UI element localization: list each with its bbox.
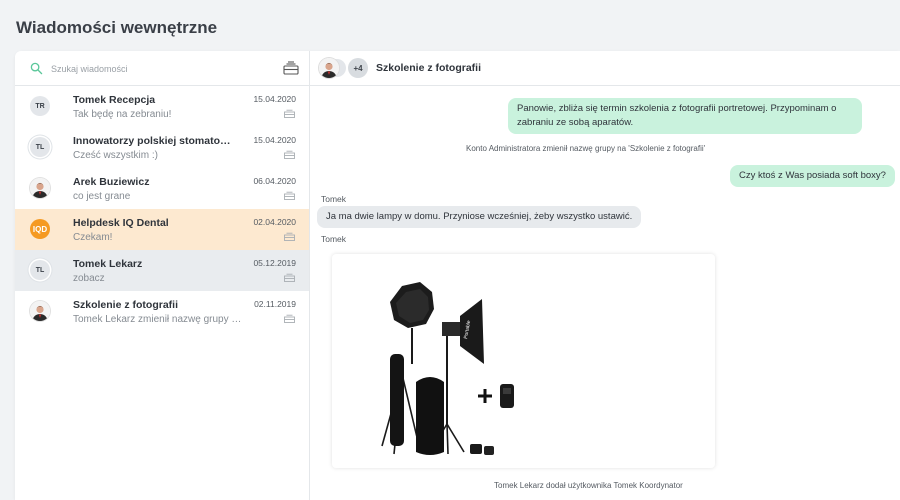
archive-box-icon[interactable] [284, 150, 295, 159]
conversation-item[interactable]: TR Tomek Recepcja Tak będę na zebraniu! … [15, 86, 309, 127]
conversation-name: Szkolenie z fotografii [73, 299, 179, 311]
conversation-item[interactable]: Szkolenie z fotografii Tomek Lekarz zmie… [15, 291, 309, 332]
system-message: Konto Administratora zmienił nazwę grupy… [466, 144, 706, 153]
conversation-name: Tomek Lekarz [73, 258, 143, 270]
conversation-item[interactable]: TL Innowatorzy polskiej stomatologii Cze… [15, 127, 309, 168]
conversation-preview: zobacz [73, 273, 105, 284]
chat-header: +4 Szkolenie z fotografii [310, 51, 900, 86]
chat-title: Szkolenie z fotografii [376, 62, 482, 74]
message-sender: Tomek [321, 194, 347, 204]
conversation-item[interactable]: Arek Buziewicz co jest grane 06.04.2020 [15, 168, 309, 209]
member-count-badge[interactable]: +4 [348, 58, 368, 78]
search-input[interactable] [51, 60, 271, 77]
user-photo-icon [30, 301, 50, 321]
conversation-name: Innowatorzy polskiej stomatologii [73, 135, 233, 147]
conversation-date: 06.04.2020 [253, 176, 296, 186]
search-icon [30, 62, 43, 75]
archive-box-icon[interactable] [284, 273, 295, 282]
avatar: IQD [30, 219, 50, 239]
conversation-item[interactable]: TL Tomek Lekarz zobacz 05.12.2019 [15, 250, 309, 291]
conversation-preview: Cześć wszystkim :) [73, 150, 158, 161]
user-photo-icon [319, 58, 339, 78]
conversation-name: Tomek Recepcja [73, 94, 156, 106]
avatar [30, 178, 50, 198]
conversation-preview: Tak będę na zebraniu! [73, 109, 172, 120]
user-photo-icon [30, 178, 50, 198]
archive-box-icon[interactable] [284, 109, 295, 118]
archive-box-icon[interactable] [284, 314, 295, 323]
conversation-name: Helpdesk IQ Dental [73, 217, 169, 229]
chat-view: +4 Szkolenie z fotografii Panowie, zbliż… [310, 51, 900, 500]
conversation-date: 15.04.2020 [253, 135, 296, 145]
avatar: TL [30, 260, 50, 280]
conversation-preview: co jest grane [73, 191, 131, 202]
conversation-preview: Czekam! [73, 232, 113, 243]
conversation-date: 02.11.2019 [254, 299, 296, 309]
archive-box-icon[interactable] [284, 191, 295, 200]
messages-panel: TR Tomek Recepcja Tak będę na zebraniu! … [15, 51, 900, 500]
avatar [319, 58, 339, 78]
message-image[interactable]: Portable [332, 254, 715, 468]
conversation-date: 05.12.2019 [253, 258, 296, 268]
conversation-preview: Tomek Lekarz zmienił nazwę grupy na 'Szk… [73, 314, 243, 325]
conversation-date: 15.04.2020 [253, 94, 296, 104]
message-sender: Tomek [321, 234, 347, 244]
system-message: Tomek Lekarz dodał użytkownika Tomek Koo… [494, 481, 683, 490]
avatar [30, 301, 50, 321]
conversation-item[interactable]: IQD Helpdesk IQ Dental Czekam! 02.04.202… [15, 209, 309, 250]
archive-box-icon[interactable] [284, 232, 295, 241]
message-bubble-incoming: Ja ma dwie lampy w domu. Przyniose wcześ… [317, 206, 642, 228]
conversation-date: 02.04.2020 [253, 217, 296, 227]
conversation-name: Arek Buziewicz [73, 176, 150, 188]
search-bar [15, 51, 309, 86]
message-bubble-outgoing: Panowie, zbliża się termin szkolenia z f… [508, 98, 862, 134]
avatar: TL [30, 137, 50, 157]
avatar: TR [30, 96, 50, 116]
inbox-tray-icon[interactable] [283, 61, 299, 75]
page-title: Wiadomości wewnętrzne [16, 18, 218, 37]
conversation-list: TR Tomek Recepcja Tak będę na zebraniu! … [15, 86, 309, 332]
message-bubble-outgoing: Czy ktoś z Was posiada soft boxy? [730, 165, 895, 187]
conversation-sidebar: TR Tomek Recepcja Tak będę na zebraniu! … [15, 51, 310, 500]
studio-lighting-kit-image: Portable [381, 282, 514, 455]
